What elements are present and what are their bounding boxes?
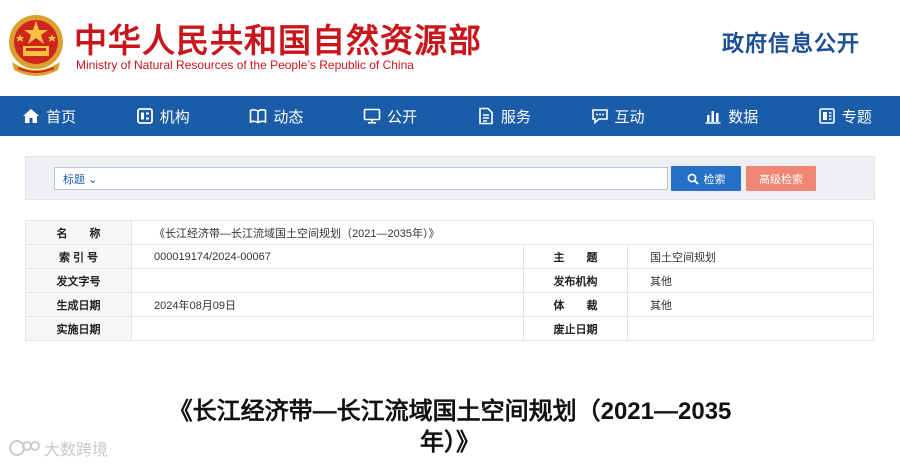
watermark-text: 大数跨境 — [44, 442, 109, 459]
nav-item-home[interactable]: 首页 — [22, 106, 76, 127]
search-type-dropdown[interactable]: 标题 ⌄ — [63, 171, 97, 187]
nav-item-topic[interactable]: 专题 — [818, 106, 872, 127]
document-title: 《长江经济带—长江流域国土空间规划（2021—2035 年）》 — [150, 396, 750, 458]
expiry-date-label: 废止日期 — [523, 316, 628, 341]
search-button-label: 检索 — [703, 173, 726, 186]
nav-item-data[interactable]: 数据 — [704, 106, 758, 127]
nav-label: 专题 — [841, 108, 872, 126]
search-box: 标题 ⌄ — [54, 167, 668, 190]
search-type-label: 标题 — [63, 174, 85, 186]
table-row: 实施日期 废止日期 — [25, 316, 874, 341]
advanced-search-label: 高级检索 — [759, 173, 803, 186]
search-panel: 标题 ⌄ 检索 高级检索 — [25, 156, 875, 200]
nav-label: 数据 — [728, 108, 759, 126]
document-info-table: 名 称 《长江经济带—长江流域国土空间规划（2021—2035年）》 索 引 号… — [25, 220, 874, 341]
site-header: 中华人民共和国自然资源部 Ministry of Natural Resourc… — [0, 0, 900, 96]
search-icon — [687, 173, 699, 185]
subject-label: 主 题 — [523, 244, 628, 269]
nav-label: 服务 — [500, 108, 531, 126]
impl-date-label: 实施日期 — [25, 316, 132, 341]
nav-item-open[interactable]: 公开 — [363, 106, 417, 127]
site-title-en: Ministry of Natural Resources of the Peo… — [76, 58, 414, 72]
index-value: 000019174/2024-00067 — [131, 244, 524, 269]
genre-value: 其他 — [627, 292, 874, 317]
date-label: 生成日期 — [25, 292, 132, 317]
national-emblem-icon[interactable] — [6, 12, 66, 80]
table-row: 名 称 《长江经济带—长江流域国土空间规划（2021—2035年）》 — [25, 220, 874, 245]
gov-info-open-title[interactable]: 政府信息公开 — [722, 26, 860, 58]
nav-label: 机构 — [159, 108, 190, 126]
nav-label: 动态 — [273, 108, 304, 126]
expiry-date-value — [627, 316, 874, 341]
name-label: 名 称 — [25, 220, 132, 245]
org-icon — [136, 107, 154, 125]
table-row: 发文字号 发布机构 其他 — [25, 268, 874, 293]
docno-label: 发文字号 — [25, 268, 132, 293]
advanced-search-button[interactable]: 高级检索 — [746, 166, 816, 191]
bar-chart-icon — [704, 107, 722, 125]
table-row: 索 引 号 000019174/2024-00067 主 题 国土空间规划 — [25, 244, 874, 269]
main-nav: 首页 机构 动态 公开 服务 互动 数据 专题 — [0, 96, 900, 136]
search-input[interactable] — [105, 170, 660, 188]
nav-item-org[interactable]: 机构 — [136, 106, 190, 127]
date-value: 2024年08月09日 — [131, 292, 524, 317]
impl-date-value — [131, 316, 524, 341]
home-icon — [22, 107, 40, 125]
index-label: 索 引 号 — [25, 244, 132, 269]
document-icon — [477, 107, 495, 125]
name-value: 《长江经济带—长江流域国土空间规划（2021—2035年）》 — [131, 220, 874, 245]
issuer-label: 发布机构 — [523, 268, 628, 293]
genre-label: 体 裁 — [523, 292, 628, 317]
subject-value: 国土空间规划 — [627, 244, 874, 269]
watermark-logo-icon — [9, 440, 40, 456]
chevron-down-icon: ⌄ — [88, 174, 98, 186]
topic-icon — [818, 107, 836, 125]
chat-icon — [591, 107, 609, 125]
nav-item-service[interactable]: 服务 — [477, 106, 531, 127]
nav-item-interact[interactable]: 互动 — [591, 106, 645, 127]
book-icon — [249, 107, 267, 125]
document-title-line1: 《长江经济带—长江流域国土空间规划（2021—2035 — [168, 398, 732, 425]
docno-value — [131, 268, 524, 293]
nav-item-news[interactable]: 动态 — [249, 106, 303, 127]
nav-label: 公开 — [387, 108, 418, 126]
search-button[interactable]: 检索 — [671, 166, 741, 191]
issuer-value: 其他 — [627, 268, 874, 293]
watermark: 大数跨境 — [8, 436, 108, 460]
nav-label: 互动 — [614, 108, 645, 126]
document-title-line2: 年）》 — [420, 429, 480, 456]
monitor-icon — [363, 107, 381, 125]
nav-label: 首页 — [46, 108, 77, 126]
table-row: 生成日期 2024年08月09日 体 裁 其他 — [25, 292, 874, 317]
site-title-cn: 中华人民共和国自然资源部 — [74, 21, 482, 60]
